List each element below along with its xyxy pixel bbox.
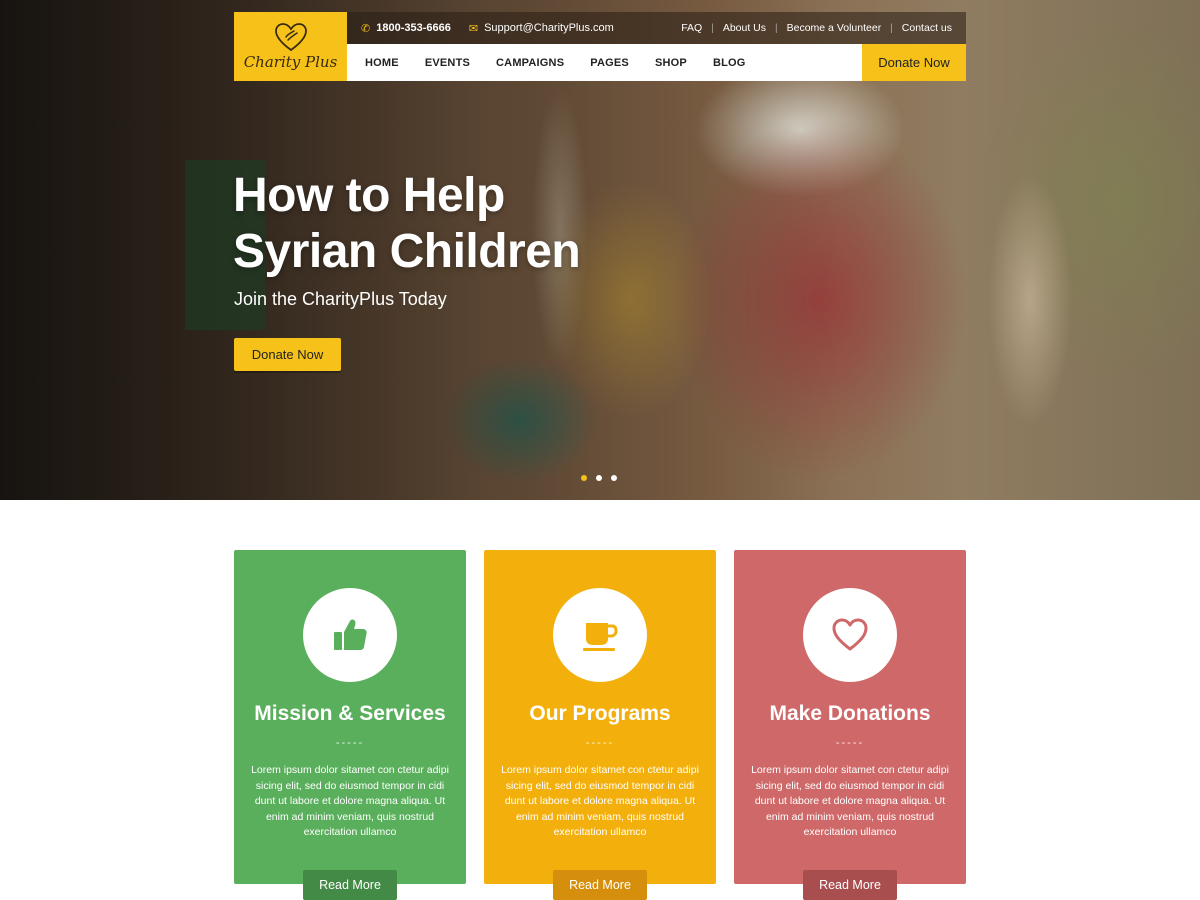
card-divider: ----- — [835, 737, 865, 749]
card-description: Lorem ipsum dolor sitamet con ctetur adi… — [501, 764, 699, 839]
card-title: Make Donations — [769, 702, 931, 725]
card-title: Our Programs — [529, 702, 671, 725]
phone-contact[interactable]: ✆ 1800-353-6666 — [361, 22, 451, 35]
card-divider: ----- — [335, 737, 365, 749]
top-link-separator: | — [890, 22, 893, 34]
slider-dot-1[interactable] — [581, 475, 587, 481]
card-icon-circle — [303, 588, 397, 682]
site-logo[interactable]: Charity Plus — [234, 12, 347, 81]
coffee-cup-icon — [583, 623, 618, 651]
hero-title-line-1: How to Help — [233, 169, 505, 222]
card-mission-services: Mission & Services ----- Lorem ipsum dol… — [234, 550, 466, 900]
nav-item-home[interactable]: HOME — [365, 57, 399, 69]
envelope-icon: ✉ — [468, 22, 479, 35]
email-address: Support@CharityPlus.com — [484, 22, 614, 34]
hero-subtitle: Join the CharityPlus Today — [234, 289, 447, 309]
top-link-about-us[interactable]: About Us — [723, 22, 766, 34]
heart-icon — [832, 618, 868, 651]
card-description: Lorem ipsum dolor sitamet con ctetur adi… — [751, 764, 949, 839]
top-link-separator: | — [775, 22, 778, 34]
top-link-faq[interactable]: FAQ — [681, 22, 702, 34]
read-more-button[interactable]: Read More — [303, 870, 397, 900]
phone-icon: ✆ — [361, 22, 371, 35]
nav-item-events[interactable]: EVENTS — [425, 57, 470, 69]
card-our-programs: Our Programs ----- Lorem ipsum dolor sit… — [484, 550, 716, 900]
heart-hands-logo-icon — [274, 23, 307, 52]
card-icon-circle — [553, 588, 647, 682]
card-description: Lorem ipsum dolor sitamet con ctetur adi… — [251, 764, 449, 839]
slider-dot-3[interactable] — [611, 475, 617, 481]
nav-item-campaigns[interactable]: CAMPAIGNS — [496, 57, 564, 69]
top-link-separator: | — [711, 22, 714, 34]
top-link-contact-us[interactable]: Contact us — [902, 22, 952, 34]
top-link-become-volunteer[interactable]: Become a Volunteer — [787, 22, 882, 34]
main-navigation: HOME EVENTS CAMPAIGNS PAGES SHOP BLOG — [347, 44, 862, 81]
hero-donate-button[interactable]: Donate Now — [234, 338, 341, 371]
nav-item-shop[interactable]: SHOP — [655, 57, 687, 69]
card-make-donations: Make Donations ----- Lorem ipsum dolor s… — [734, 550, 966, 900]
slider-pagination — [581, 475, 626, 481]
hero-title: How to Help Syrian Children — [233, 168, 653, 280]
top-links: FAQ | About Us | Become a Volunteer | Co… — [681, 22, 952, 34]
thumbs-up-icon — [334, 619, 367, 650]
hero-title-line-2: Syrian Children — [233, 225, 581, 278]
card-icon-circle — [803, 588, 897, 682]
nav-item-pages[interactable]: PAGES — [590, 57, 629, 69]
read-more-button[interactable]: Read More — [553, 870, 647, 900]
read-more-button[interactable]: Read More — [803, 870, 897, 900]
logo-text: Charity Plus — [243, 53, 338, 71]
card-title: Mission & Services — [254, 702, 446, 725]
top-info-bar: ✆ 1800-353-6666 ✉ Support@CharityPlus.co… — [347, 12, 966, 44]
slider-dot-2[interactable] — [596, 475, 602, 481]
email-contact[interactable]: ✉ Support@CharityPlus.com — [469, 22, 614, 35]
nav-item-blog[interactable]: BLOG — [713, 57, 746, 69]
phone-number: 1800-353-6666 — [376, 22, 451, 34]
card-divider: ----- — [585, 737, 615, 749]
header-donate-button[interactable]: Donate Now — [862, 44, 966, 81]
